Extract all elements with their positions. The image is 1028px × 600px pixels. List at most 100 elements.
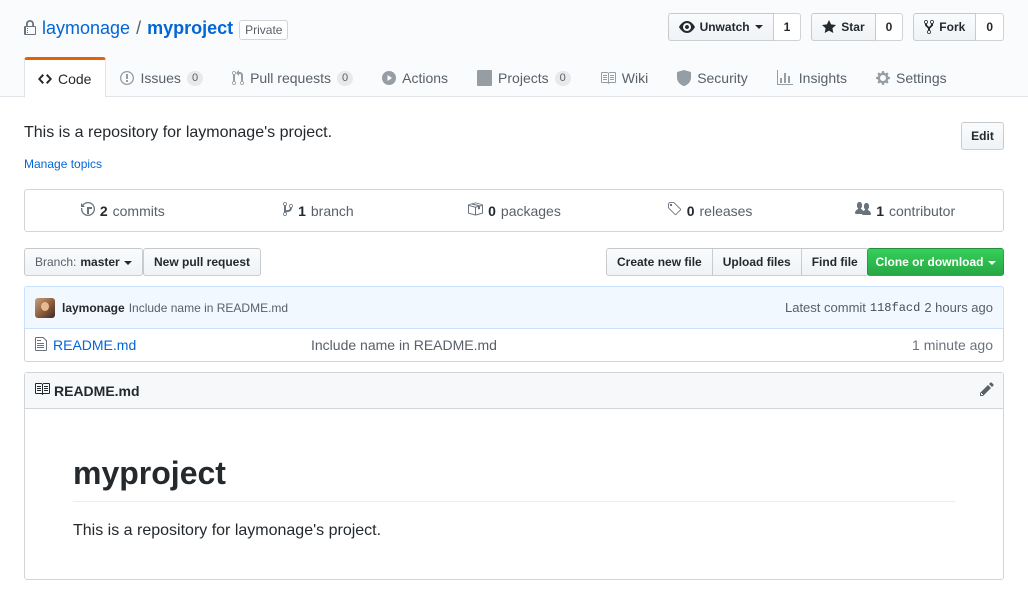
book-icon xyxy=(600,70,616,86)
clone-label: Clone or download xyxy=(875,255,984,269)
manage-topics-link[interactable]: Manage topics xyxy=(24,157,102,171)
tab-settings[interactable]: Settings xyxy=(862,57,962,97)
fork-button[interactable]: Fork xyxy=(913,13,977,41)
people-icon xyxy=(855,201,872,220)
commits-label: commits xyxy=(112,202,165,219)
upload-files-button[interactable]: Upload files xyxy=(711,248,802,276)
commit-sha-link[interactable]: 118facd xyxy=(870,301,920,315)
package-icon xyxy=(467,201,484,220)
branch-select-button[interactable]: Branch: master xyxy=(24,248,143,276)
caret-down-icon xyxy=(123,255,132,269)
packages-link[interactable]: 0 packages xyxy=(416,190,612,231)
readme-heading: myproject xyxy=(73,453,955,502)
releases-link[interactable]: 0 releases xyxy=(612,190,808,231)
star-icon xyxy=(822,19,837,35)
caret-down-icon xyxy=(754,24,763,30)
repo-title: laymonage / myproject Private xyxy=(24,15,289,41)
edit-description-button[interactable]: Edit xyxy=(961,122,1004,150)
pull-request-icon xyxy=(232,70,245,86)
caret-down-icon xyxy=(987,255,996,269)
tab-code[interactable]: Code xyxy=(24,57,107,98)
unwatch-label: Unwatch xyxy=(699,20,750,34)
code-icon xyxy=(38,71,52,87)
star-label: Star xyxy=(841,20,865,34)
tab-pull-requests[interactable]: Pull requests 0 xyxy=(218,57,368,97)
readme-content: myproject This is a repository for laymo… xyxy=(25,409,1003,540)
star-group: Star 0 xyxy=(811,13,904,41)
book-icon xyxy=(34,381,50,400)
avatar[interactable] xyxy=(35,297,55,318)
tab-label: Issues xyxy=(140,70,181,86)
star-button[interactable]: Star xyxy=(811,13,876,41)
clone-or-download-button[interactable]: Clone or download xyxy=(867,248,1004,276)
latest-commit-bar: laymonage Include name in README.md Late… xyxy=(24,286,1004,329)
repo-actions: Unwatch 1 Star 0 Fork 0 xyxy=(667,13,1004,41)
tab-security[interactable]: Security xyxy=(663,57,763,97)
repo-description: This is a repository for laymonage's pro… xyxy=(24,124,333,141)
watchers-count[interactable]: 1 xyxy=(773,13,802,41)
contributors-link[interactable]: 1 contributor xyxy=(807,190,1003,231)
repo-owner-link[interactable]: laymonage xyxy=(42,18,130,39)
tag-icon xyxy=(667,201,682,220)
project-icon xyxy=(477,70,493,86)
tab-actions[interactable]: Actions xyxy=(368,57,463,97)
fork-label: Fork xyxy=(939,20,966,34)
branch-name: master xyxy=(80,255,120,269)
readme-paragraph: This is a repository for laymonage's pro… xyxy=(73,522,382,539)
readme-box: README.md myproject This is a repository… xyxy=(24,372,1004,580)
commits-link[interactable]: 2 commits xyxy=(25,190,221,231)
branch-icon xyxy=(283,201,294,220)
repo-tabs: Code Issues 0 Pull requests 0 Actions Pr… xyxy=(24,57,962,98)
create-new-file-button[interactable]: Create new file xyxy=(606,248,713,276)
eye-icon xyxy=(678,19,695,35)
lock-icon xyxy=(24,20,38,36)
contributors-label: contributor xyxy=(888,202,956,219)
packages-count: 0 xyxy=(488,202,496,219)
projects-counter: 0 xyxy=(554,70,571,86)
repo-name-link[interactable]: myproject xyxy=(147,18,233,39)
forks-count[interactable]: 0 xyxy=(976,13,1004,41)
path-separator: / xyxy=(136,17,142,38)
file-actions: Create new file Upload files Find file xyxy=(606,248,869,276)
file-commit-message[interactable]: Include name in README.md xyxy=(311,337,497,353)
tab-insights[interactable]: Insights xyxy=(763,57,862,97)
file-navigation: Branch: master New pull request Create n… xyxy=(24,248,1004,276)
watch-group: Unwatch 1 xyxy=(667,13,802,41)
fork-group: Fork 0 xyxy=(913,13,1004,41)
commit-age: 2 hours ago xyxy=(924,300,993,315)
tab-wiki[interactable]: Wiki xyxy=(586,57,663,97)
readme-header: README.md xyxy=(25,373,1003,409)
issue-icon xyxy=(120,70,135,86)
tab-label: Settings xyxy=(896,70,947,86)
new-pull-request-button[interactable]: New pull request xyxy=(143,248,262,276)
private-badge: Private xyxy=(239,20,289,40)
pencil-icon[interactable] xyxy=(980,381,994,400)
releases-count: 0 xyxy=(686,202,695,219)
gear-icon xyxy=(876,70,891,86)
commit-message-link[interactable]: Include name in README.md xyxy=(129,301,288,315)
graph-icon xyxy=(776,70,793,86)
tab-label: Actions xyxy=(402,70,449,86)
contributors-count: 1 xyxy=(876,202,884,219)
tab-issues[interactable]: Issues 0 xyxy=(106,57,218,97)
find-file-button[interactable]: Find file xyxy=(800,248,869,276)
readme-filename: README.md xyxy=(54,382,140,399)
branches-count: 1 xyxy=(298,202,306,219)
tab-label: Pull requests xyxy=(250,70,331,86)
releases-label: releases xyxy=(699,202,753,219)
packages-label: packages xyxy=(500,202,561,219)
shield-icon xyxy=(677,70,692,86)
branch-prefix: Branch: xyxy=(35,255,77,269)
tab-label: Wiki xyxy=(621,70,649,86)
fork-icon xyxy=(924,19,935,35)
unwatch-button[interactable]: Unwatch xyxy=(667,13,774,41)
latest-commit-label: Latest commit xyxy=(784,300,866,315)
branches-link[interactable]: 1 branch xyxy=(221,190,417,231)
file-link-readme[interactable]: README.md xyxy=(53,337,311,353)
tab-projects[interactable]: Projects 0 xyxy=(463,57,586,97)
stargazers-count[interactable]: 0 xyxy=(875,13,904,41)
pull-requests-counter: 0 xyxy=(337,70,354,86)
branches-label: branch xyxy=(310,202,354,219)
commit-author-link[interactable]: laymonage xyxy=(62,301,125,315)
tab-label: Code xyxy=(58,70,92,87)
